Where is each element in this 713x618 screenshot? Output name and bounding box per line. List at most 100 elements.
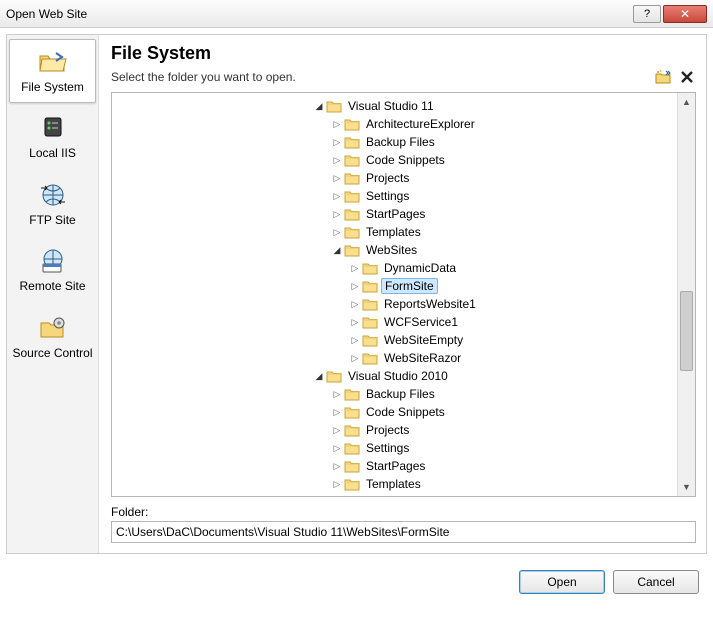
scroll-up-icon[interactable]: ▲ [678, 93, 695, 111]
tree-node[interactable]: ◢Visual Studio 2010 [112, 367, 677, 385]
tree-node[interactable]: ▷ WCFService1 [112, 313, 677, 331]
new-folder-icon[interactable] [654, 68, 672, 86]
help-button[interactable]: ? [633, 5, 661, 23]
scroll-thumb[interactable] [680, 291, 693, 371]
scrollbar[interactable]: ▲ ▼ [677, 93, 695, 496]
sidebar-item-source-control[interactable]: Source Control [9, 305, 96, 369]
tree-viewport[interactable]: ◢Visual Studio 11▷ArchitectureExplorer▷B… [112, 93, 677, 496]
chevron-right-icon[interactable]: ▷ [330, 461, 344, 472]
folder-icon [344, 171, 364, 185]
tree-node[interactable]: ▷ReportsWebsite1 [112, 295, 677, 313]
tree-node[interactable]: ▷FormSite [112, 277, 677, 295]
folder-icon [344, 387, 364, 401]
tree-node-label: Backup Files [364, 135, 437, 149]
tree-node-label: WebSiteEmpty [382, 333, 465, 347]
sidebar-item-remote-site[interactable]: Remote Site [9, 238, 96, 302]
tree-node[interactable]: ▷Backup Files [112, 385, 677, 403]
tree-node[interactable]: ▷ Templates [112, 475, 677, 493]
scroll-down-icon[interactable]: ▼ [678, 478, 695, 496]
page-title: File System [111, 43, 696, 64]
folder-icon [344, 153, 364, 167]
chevron-right-icon[interactable]: ▷ [330, 191, 344, 202]
folder-path-input[interactable] [111, 521, 696, 543]
cancel-button[interactable]: Cancel [613, 570, 699, 594]
folder-icon [344, 423, 364, 437]
close-button[interactable]: ✕ [663, 5, 707, 23]
tree-node[interactable]: ▷ Code Snippets [112, 151, 677, 169]
tree-node[interactable]: ▷ Backup Files [112, 133, 677, 151]
chevron-right-icon[interactable]: ▷ [348, 335, 362, 346]
folder-icon [344, 495, 364, 496]
tree-node[interactable]: ▷ StartPages [112, 457, 677, 475]
tree-node[interactable]: ▷StartPages [112, 205, 677, 223]
titlebar: Open Web Site ? ✕ [0, 0, 713, 28]
folder-gear-icon [37, 314, 69, 342]
chevron-right-icon[interactable]: ▷ [348, 299, 362, 310]
tree-node-label: Templates [364, 477, 423, 491]
folder-icon [344, 243, 364, 257]
chevron-right-icon[interactable]: ▷ [330, 425, 344, 436]
chevron-right-icon[interactable]: ▷ [348, 317, 362, 328]
chevron-right-icon[interactable]: ▷ [348, 281, 362, 292]
sidebar-item-label: File System [21, 80, 84, 94]
chevron-right-icon[interactable]: ▷ [330, 119, 344, 130]
tree-node[interactable]: ◢ WebSites [112, 241, 677, 259]
tree-node[interactable]: ▷ WebSiteEmpty [112, 331, 677, 349]
tree-node[interactable]: ▷ArchitectureExplorer [112, 115, 677, 133]
tree-node-label: Projects [364, 423, 411, 437]
chevron-right-icon[interactable]: ▷ [330, 479, 344, 490]
tree-node-label: Visualizers [364, 495, 426, 496]
tree-node[interactable]: ▷WebSiteRazor [112, 349, 677, 367]
chevron-right-icon[interactable]: ▷ [330, 443, 344, 454]
chevron-right-icon[interactable]: ▷ [348, 353, 362, 364]
sidebar-item-ftp-site[interactable]: FTP Site [9, 172, 96, 236]
tree-node-label: Code Snippets [364, 153, 447, 167]
tree-node-label: WCFService1 [382, 315, 460, 329]
tree-node[interactable]: ▷Projects [112, 169, 677, 187]
tree-node-label: Settings [364, 441, 411, 455]
folder-icon [344, 207, 364, 221]
chevron-right-icon[interactable]: ▷ [330, 173, 344, 184]
tree-node-label: StartPages [364, 459, 427, 473]
server-icon [37, 114, 69, 142]
tree-node[interactable]: ▷ Settings [112, 439, 677, 457]
globe-window-icon [37, 247, 69, 275]
scroll-track[interactable] [678, 111, 695, 478]
folder-icon [344, 225, 364, 239]
chevron-right-icon[interactable]: ▷ [330, 155, 344, 166]
tree-node[interactable]: ▷ Templates [112, 223, 677, 241]
folder-icon [344, 189, 364, 203]
page-subtext: Select the folder you want to open. [111, 70, 648, 84]
dialog-body: File System Local IIS FTP Site Remote Si… [6, 34, 707, 554]
tree-node[interactable]: ◢Visual Studio 11 [112, 97, 677, 115]
tree-node[interactable]: ▷DynamicData [112, 259, 677, 277]
sidebar-item-file-system[interactable]: File System [9, 39, 96, 103]
tree-node[interactable]: ▷Code Snippets [112, 403, 677, 421]
open-button[interactable]: Open [519, 570, 605, 594]
folder-icon [362, 261, 382, 275]
delete-icon[interactable] [678, 68, 696, 86]
folder-label: Folder: [111, 505, 696, 519]
sidebar-item-label: Source Control [12, 346, 92, 360]
chevron-down-icon[interactable]: ◢ [330, 245, 344, 256]
tree-node[interactable]: ▷ Projects [112, 421, 677, 439]
chevron-down-icon[interactable]: ◢ [312, 101, 326, 112]
main-panel: File System Select the folder you want t… [99, 35, 706, 553]
chevron-right-icon[interactable]: ▷ [330, 137, 344, 148]
chevron-right-icon[interactable]: ▷ [348, 263, 362, 274]
sidebar: File System Local IIS FTP Site Remote Si… [7, 35, 99, 553]
chevron-right-icon[interactable]: ▷ [330, 407, 344, 418]
tree-node-label: WebSites [364, 243, 419, 257]
chevron-right-icon[interactable]: ▷ [330, 209, 344, 220]
tree-node-label: Templates [364, 225, 423, 239]
folder-icon [362, 279, 382, 293]
chevron-right-icon[interactable]: ▷ [330, 227, 344, 238]
tree-node[interactable]: ▷Settings [112, 187, 677, 205]
sidebar-item-local-iis[interactable]: Local IIS [9, 105, 96, 169]
chevron-down-icon[interactable]: ◢ [312, 371, 326, 382]
tree-node[interactable]: ▷Visualizers [112, 493, 677, 496]
window-title: Open Web Site [6, 7, 631, 21]
folder-icon [344, 459, 364, 473]
chevron-right-icon[interactable]: ▷ [330, 389, 344, 400]
sidebar-item-label: Remote Site [19, 279, 85, 293]
